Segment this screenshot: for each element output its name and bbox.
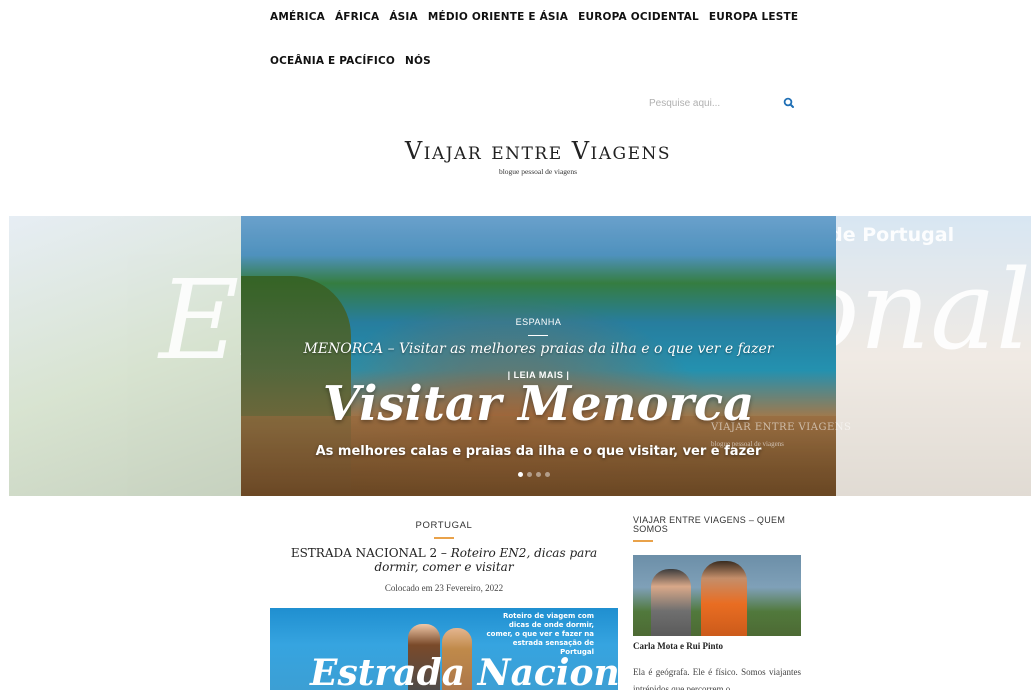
nav-item-nos[interactable]: NÓS [405, 55, 431, 67]
slide-category[interactable]: ESPANHA [241, 317, 836, 327]
slider-dot[interactable] [518, 472, 523, 477]
next-slide[interactable]: estrada sensação de Portugal cional 2 [635, 216, 1031, 496]
slider-dot[interactable] [536, 472, 541, 477]
nav-item-africa[interactable]: ÁFRICA [335, 11, 379, 23]
slide-divider [528, 335, 548, 336]
authors-names: Carla Mota e Rui Pinto [633, 641, 723, 651]
prev-slide[interactable]: Es [9, 216, 296, 496]
nav-item-oceania[interactable]: OCEÂNIA E PACÍFICO [270, 55, 395, 67]
authors-photo [633, 555, 801, 636]
post-date: Colocado em 23 Fevereiro, 2022 [384, 583, 504, 593]
nav-item-america[interactable]: AMÉRICA [270, 11, 325, 23]
search-input[interactable] [640, 97, 770, 109]
nav-item-asia[interactable]: ÁSIA [389, 11, 418, 23]
sidebar-divider [633, 540, 653, 542]
post-image-title: Estrada Nacional 2 [310, 652, 618, 690]
nav-item-europa-ocidental[interactable]: EUROPA OCIDENTAL [578, 11, 699, 23]
post-image-caption: Roteiro de viagem com dicas de onde dorm… [486, 612, 594, 656]
slider-dots [518, 472, 550, 477]
author-figure [651, 569, 691, 636]
slider-dot[interactable] [527, 472, 532, 477]
authors-bio: Ela é geógrafa. Ele é físico. Somos viaj… [633, 667, 801, 690]
slider-dot[interactable] [545, 472, 550, 477]
search-icon[interactable] [782, 96, 796, 110]
slide-image-watermark: VIAJAR ENTRE VIAGENS [711, 422, 852, 433]
read-more-link[interactable]: | LEIA MAIS | [241, 370, 836, 380]
post-divider [434, 537, 454, 539]
nav-item-medio-oriente[interactable]: MÉDIO ORIENTE E ÁSIA [428, 11, 568, 23]
slide-image-watermark-tag: blogue pessoal de viagens [711, 440, 784, 448]
nav-item-europa-leste[interactable]: EUROPA LESTE [709, 11, 798, 23]
nav-row-1: AMÉRICA ÁFRICA ÁSIA MÉDIO ORIENTE E ÁSIA… [270, 11, 798, 23]
author-figure [701, 561, 747, 636]
search-box [640, 92, 800, 114]
sidebar-heading: VIAJAR ENTRE VIAGENS – QUEM SOMOS [633, 515, 786, 534]
post-title-main: ESTRADA NACIONAL 2 – [290, 546, 451, 560]
nav-row-2: OCEÂNIA E PACÍFICO NÓS [270, 55, 431, 67]
site-title[interactable]: Viajar entre Viagens [0, 137, 1033, 165]
post-title[interactable]: ESTRADA NACIONAL 2 – Roteiro EN2, dicas … [270, 546, 618, 574]
slide-headline[interactable]: MENORCA – Visitar as melhores praias da … [241, 341, 836, 357]
post-image[interactable]: Roteiro de viagem com dicas de onde dorm… [270, 608, 618, 690]
site-tagline: blogue pessoal de viagens [498, 167, 578, 176]
post-category[interactable]: PORTUGAL [270, 520, 618, 531]
featured-slider: Es estrada sensação de Portugal cional 2… [9, 216, 1031, 496]
